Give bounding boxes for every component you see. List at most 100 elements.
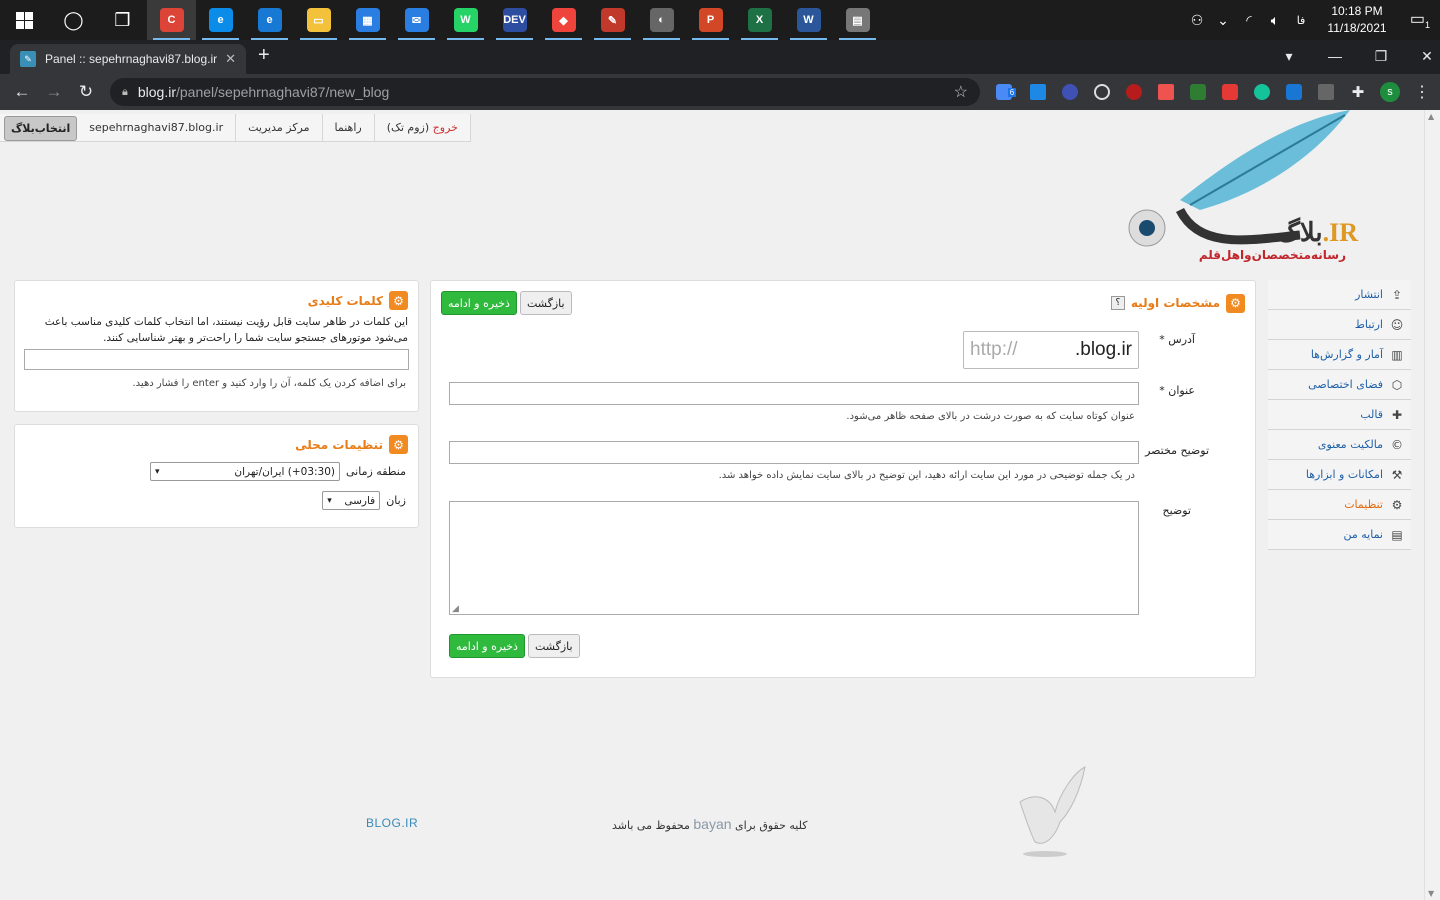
description-textarea[interactable]: ◢ xyxy=(449,501,1139,615)
taskbar-whatsapp-icon[interactable]: W xyxy=(441,0,490,40)
taskbar-file-explorer-icon[interactable]: ▭ xyxy=(294,0,343,40)
restore-icon[interactable]: ❐ xyxy=(1358,48,1404,65)
title-input[interactable] xyxy=(449,382,1139,405)
browser-tab[interactable]: ✎ Panel :: sepehrnaghavi87.blog.ir ✕ xyxy=(10,44,246,74)
admin-center-link[interactable]: مرکز مدیریت xyxy=(236,114,323,141)
language-indicator[interactable]: فا xyxy=(1288,14,1314,27)
back-icon[interactable]: ← xyxy=(6,82,38,102)
opera-extension-icon[interactable] xyxy=(1214,78,1246,106)
sidebar-item[interactable]: ⇪ انتشار xyxy=(1268,280,1411,310)
logout-label: خروج xyxy=(432,121,458,134)
forward-icon[interactable]: → xyxy=(38,82,70,102)
app-misc-app-glyph: ▤ xyxy=(845,8,870,32)
taskbar-chrome-icon[interactable]: C xyxy=(147,0,196,40)
taskbar-anydesk-icon[interactable]: ◆ xyxy=(539,0,588,40)
sidebar-item[interactable]: ✚ قالب xyxy=(1268,400,1411,430)
chrome-menu-icon[interactable]: ⋮ xyxy=(1406,78,1438,106)
taskbar-paint-icon[interactable]: ✎ xyxy=(588,0,637,40)
translate-extension-icon[interactable]: 6 xyxy=(990,78,1022,106)
puzzle-extensions-icon[interactable]: ✚ xyxy=(1342,78,1374,106)
url-path: /panel/sepehrnaghavi87/new_blog xyxy=(176,84,390,100)
back-button[interactable]: بازگشت xyxy=(519,291,572,315)
copyright-suffix: محفوظ می باشد xyxy=(612,819,690,832)
language-value: فارسی xyxy=(344,494,376,507)
save-continue-button[interactable]: ذخیره و ادامه xyxy=(441,291,517,315)
sidebar-item-icon: ⬡ xyxy=(1391,377,1403,392)
arrow-extension-icon[interactable] xyxy=(1150,78,1182,106)
taskbar-mail-icon[interactable]: ✉ xyxy=(392,0,441,40)
edge-legacy-app-glyph: e xyxy=(257,8,282,32)
taskbar-store-icon[interactable]: ▦ xyxy=(343,0,392,40)
clock[interactable]: 10:18 PM 11/18/2021 xyxy=(1314,3,1400,37)
help-link[interactable]: راهنما xyxy=(323,114,375,141)
keywords-input[interactable] xyxy=(24,349,409,370)
page-scrollbar[interactable]: ▲ ▼ xyxy=(1424,110,1440,900)
chevron-down-icon: ▾ xyxy=(155,466,160,477)
paint-app-glyph: ✎ xyxy=(600,8,625,32)
volume-icon[interactable]: 🔈︎ xyxy=(1262,12,1288,29)
bookmark-star-icon[interactable]: ☆ xyxy=(954,82,968,102)
scroll-down-icon[interactable]: ▼ xyxy=(1428,889,1434,898)
sidebar-item[interactable]: ⬡ فضای اختصاصی xyxy=(1268,370,1411,400)
grammarly-extension-icon[interactable] xyxy=(1246,78,1278,106)
taskbar-word-icon[interactable]: W xyxy=(784,0,833,40)
resize-handle-icon[interactable]: ◢ xyxy=(452,604,459,614)
lock-icon[interactable]: 🔒︎ xyxy=(122,86,128,99)
record-extension-icon[interactable] xyxy=(1118,78,1150,106)
taskbar-app-moon-icon[interactable]: ◐ xyxy=(637,0,686,40)
timezone-value: (03:30+) ایران/تهران xyxy=(234,465,336,478)
sidebar-item[interactable]: ▤ نمایه من xyxy=(1268,520,1411,550)
sidebar-item[interactable]: © مالکیت معنوی xyxy=(1268,430,1411,460)
copyright-prefix: کلیه حقوق برای xyxy=(735,819,808,832)
search-icon[interactable]: ◯ xyxy=(49,0,98,40)
back-bottom-button[interactable]: بازگشت xyxy=(527,634,580,658)
chevron-up-icon[interactable]: ⌄ xyxy=(1210,12,1236,29)
speed-extension-icon[interactable] xyxy=(1086,78,1118,106)
locale-gear-icon: ⚙ xyxy=(389,435,408,454)
taskbar-app-misc-icon[interactable]: ▤ xyxy=(833,0,882,40)
sidebar-item[interactable]: ☺ ارتباط xyxy=(1268,310,1411,340)
address-bar[interactable]: 🔒︎ blog.ir/panel/sepehrnaghavi87/new_blo… xyxy=(110,78,980,106)
select-blog-button[interactable]: انتخاب‌بلاگ xyxy=(4,116,78,141)
blog-name-link[interactable]: sepehrnaghavi87.blog.ir xyxy=(77,114,237,141)
reload-icon[interactable]: ↻ xyxy=(70,82,102,102)
shield-extension-icon[interactable] xyxy=(1182,78,1214,106)
minimize-icon[interactable]: — xyxy=(1312,48,1358,64)
windows-start-icon[interactable] xyxy=(0,0,49,40)
clock-date: 11/18/2021 xyxy=(1327,21,1387,35)
taskbar-edge-icon[interactable]: e xyxy=(196,0,245,40)
help-button[interactable]: ؟ xyxy=(1110,296,1125,310)
sidebar-item-icon: © xyxy=(1391,437,1403,452)
new-tab-icon[interactable]: + xyxy=(258,44,270,67)
short-description-input[interactable] xyxy=(449,441,1139,464)
save-continue-bottom-button[interactable]: ذخیره و ادامه xyxy=(449,634,525,658)
notification-icon[interactable]: ▭1 xyxy=(1400,9,1440,30)
taskbar-dev-icon[interactable]: DEV xyxy=(490,0,539,40)
tab-search-icon[interactable]: ▾ xyxy=(1266,48,1312,65)
task-view-icon[interactable]: ❒ xyxy=(98,0,147,40)
close-window-icon[interactable]: ✕ xyxy=(1404,48,1440,65)
web-page: انتخاب‌بلاگ sepehrnaghavi87.blog.ir مرکز… xyxy=(0,110,1424,900)
bayan-link[interactable]: bayan xyxy=(693,816,731,832)
video-extension-icon[interactable] xyxy=(1022,78,1054,106)
profile-avatar[interactable]: s xyxy=(1374,78,1406,106)
close-tab-icon[interactable]: ✕ xyxy=(225,51,236,67)
people-icon[interactable]: ⚇ xyxy=(1184,12,1210,29)
sidebar-item[interactable]: ⚒ امکانات و ابزارها xyxy=(1268,460,1411,490)
wifi-icon[interactable]: ◜ xyxy=(1236,12,1262,29)
scroll-up-icon[interactable]: ▲ xyxy=(1428,112,1434,121)
notification-count: 1 xyxy=(1425,20,1431,31)
screenshot-extension-icon[interactable] xyxy=(1278,78,1310,106)
logout-link[interactable]: خروج (زوم تک) xyxy=(375,114,471,141)
timezone-select[interactable]: (03:30+) ایران/تهران ▾ xyxy=(150,462,341,481)
pdf-extension-icon[interactable] xyxy=(1310,78,1342,106)
taskbar-edge-legacy-icon[interactable]: e xyxy=(245,0,294,40)
taskbar-powerpoint-icon[interactable]: P xyxy=(686,0,735,40)
address-field[interactable]: http:// .blog.ir xyxy=(963,331,1139,369)
audio-extension-icon[interactable] xyxy=(1054,78,1086,106)
language-select[interactable]: فارسی ▾ xyxy=(322,491,381,510)
sidebar-item[interactable]: ▥ آمار و گزارش‌ها xyxy=(1268,340,1411,370)
sidebar-item[interactable]: ⚙ تنظیمات xyxy=(1268,490,1411,520)
blogir-footer-link[interactable]: BLOG.IR xyxy=(366,816,418,830)
taskbar-excel-icon[interactable]: X xyxy=(735,0,784,40)
